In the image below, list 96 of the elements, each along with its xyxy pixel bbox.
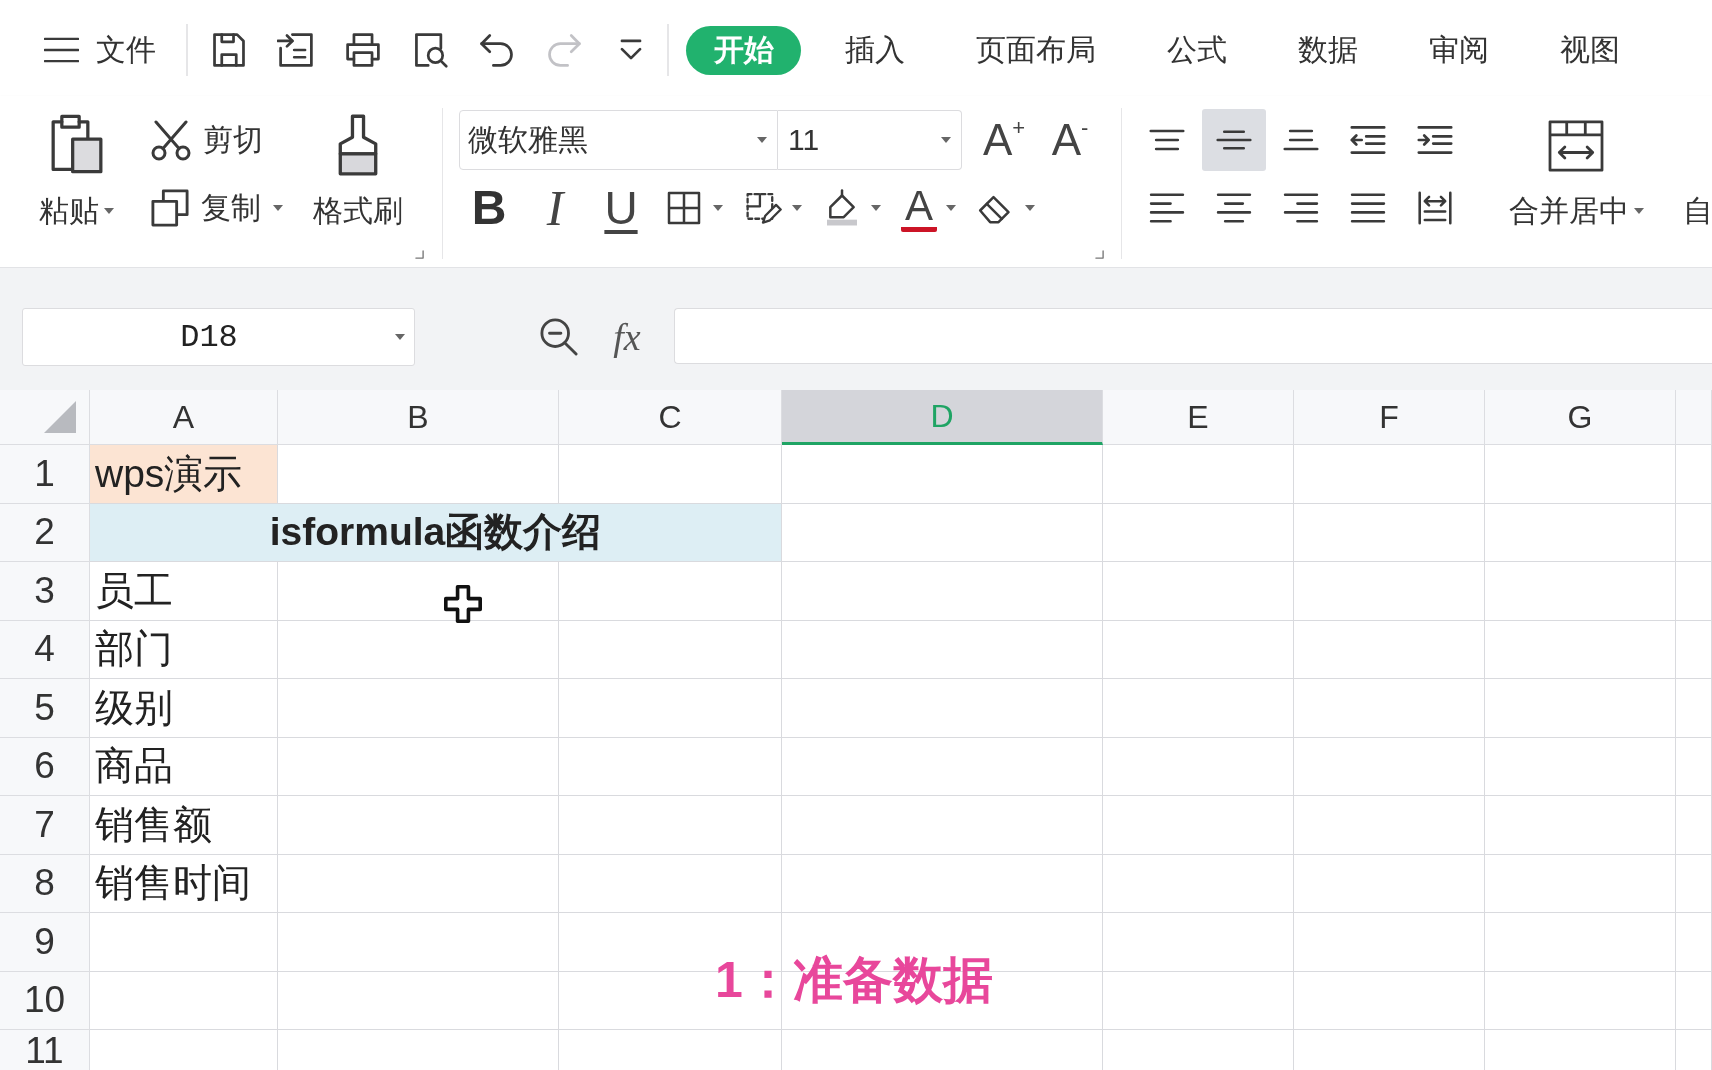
column-header[interactable]: C: [559, 390, 782, 445]
column-header[interactable]: G: [1485, 390, 1676, 445]
name-box[interactable]: D18: [22, 308, 415, 366]
row-header[interactable]: 1: [0, 445, 90, 504]
dialog-launcher-icon[interactable]: [415, 250, 424, 259]
ribbon-tab[interactable]: 审阅: [1401, 25, 1516, 75]
caret-icon: [946, 205, 956, 211]
cut-button[interactable]: 剪切: [151, 106, 283, 174]
bold-button[interactable]: B: [466, 180, 512, 236]
caret-icon: [713, 205, 723, 211]
undo-icon[interactable]: [478, 31, 516, 69]
row-header[interactable]: 2: [0, 503, 90, 562]
insert-function-button[interactable]: fx: [607, 308, 647, 366]
brush-icon: [338, 114, 378, 176]
cursor-icon: [444, 585, 482, 623]
underline-button[interactable]: U: [598, 180, 644, 236]
formula-input[interactable]: [674, 308, 1712, 364]
caret-icon: [757, 137, 767, 143]
table-cell: [1676, 913, 1712, 972]
font-color-button[interactable]: A: [901, 180, 956, 236]
save-icon[interactable]: [210, 31, 248, 69]
caret-icon: [104, 208, 114, 214]
merge-cells-icon: [1548, 120, 1604, 172]
align-middle-icon: [1216, 129, 1252, 151]
column-header[interactable]: B: [278, 390, 559, 445]
shrink-font-button[interactable]: A$^{-}$: [1048, 118, 1092, 162]
decrease-indent-icon: [1350, 125, 1386, 155]
align-middle-button[interactable]: [1202, 109, 1266, 171]
table-cell: 员工: [90, 562, 278, 621]
column-header[interactable]: E: [1103, 390, 1294, 445]
caret-icon: [1633, 208, 1644, 214]
paste-button[interactable]: 粘贴: [33, 106, 120, 242]
box-arrow-icon[interactable]: [277, 31, 315, 69]
dialog-launcher-icon[interactable]: [1095, 250, 1104, 259]
print-icon[interactable]: [344, 31, 382, 69]
row-header[interactable]: 7: [0, 796, 90, 855]
row-header[interactable]: 3: [0, 562, 90, 621]
row-header[interactable]: 4: [0, 620, 90, 679]
file-menu[interactable]: 文件: [44, 29, 156, 71]
table-cell: [1676, 620, 1712, 679]
ribbon-tab[interactable]: 公式: [1139, 25, 1254, 75]
table-cell: [1676, 562, 1712, 621]
scissors-icon: [151, 119, 191, 161]
table-cell: [1676, 679, 1712, 738]
caret-icon: [792, 205, 802, 211]
column-header[interactable]: A: [90, 390, 278, 445]
font-size-dropdown[interactable]: 11: [778, 110, 962, 170]
column-header[interactable]: F: [1294, 390, 1485, 445]
copy-button[interactable]: 复制: [151, 174, 283, 242]
table-cell: isformula函数介绍: [90, 503, 782, 562]
row-header[interactable]: 9: [0, 913, 90, 972]
table-cell: [1676, 737, 1712, 796]
ribbon-tab[interactable]: 数据: [1270, 25, 1385, 75]
table-cell: 商品: [90, 737, 278, 796]
row-header[interactable]: 6: [0, 737, 90, 796]
justify-icon: [1350, 193, 1386, 223]
font-name-dropdown[interactable]: 微软雅黑: [459, 110, 778, 170]
align-left-icon: [1149, 193, 1185, 223]
align-bottom-icon: [1283, 129, 1319, 151]
table-cell: 销售时间: [90, 854, 278, 913]
distributed-icon: [1418, 191, 1452, 225]
align-right-icon: [1283, 193, 1319, 223]
row-header[interactable]: 11: [0, 1030, 90, 1070]
format-painter-button[interactable]: 格式刷: [310, 106, 406, 242]
ribbon-tab[interactable]: 插入: [817, 25, 932, 75]
menu-icon: [44, 37, 79, 63]
clipboard-icon: [50, 114, 103, 174]
table-cell: [1676, 445, 1712, 504]
caret-icon: [871, 205, 881, 211]
table-cell: [1676, 503, 1712, 562]
italic-button[interactable]: I: [532, 180, 578, 236]
caret-icon: [941, 137, 951, 143]
table-cell: [1676, 971, 1712, 1030]
grow-font-button[interactable]: A$^{+}$: [982, 118, 1026, 162]
caption-text: 1：准备数据: [715, 951, 993, 1010]
align-top-icon: [1149, 129, 1185, 151]
copy-icon: [151, 189, 189, 227]
zoom-out-icon[interactable]: [540, 318, 578, 356]
align-center-icon: [1216, 193, 1252, 223]
table-cell: 级别: [90, 679, 278, 738]
table-cell: 部门: [90, 620, 278, 679]
increase-indent-icon: [1417, 125, 1453, 155]
ribbon-tab[interactable]: 页面布局: [948, 25, 1123, 75]
caret-icon: [1025, 205, 1035, 211]
ribbon-button-label[interactable]: 自: [1683, 194, 1712, 228]
ribbon-tab[interactable]: 视图: [1532, 25, 1647, 75]
row-header[interactable]: 10: [0, 971, 90, 1030]
row-header[interactable]: 8: [0, 854, 90, 913]
caret-icon: [395, 334, 405, 340]
merge-center-button[interactable]: 合并居中: [1502, 106, 1650, 242]
table-cell: [1676, 796, 1712, 855]
table-cell: [1676, 854, 1712, 913]
caret-icon: [273, 205, 283, 211]
table-cell: 销售额: [90, 796, 278, 855]
table-cell: wps演示: [90, 445, 278, 504]
row-header[interactable]: 5: [0, 679, 90, 738]
